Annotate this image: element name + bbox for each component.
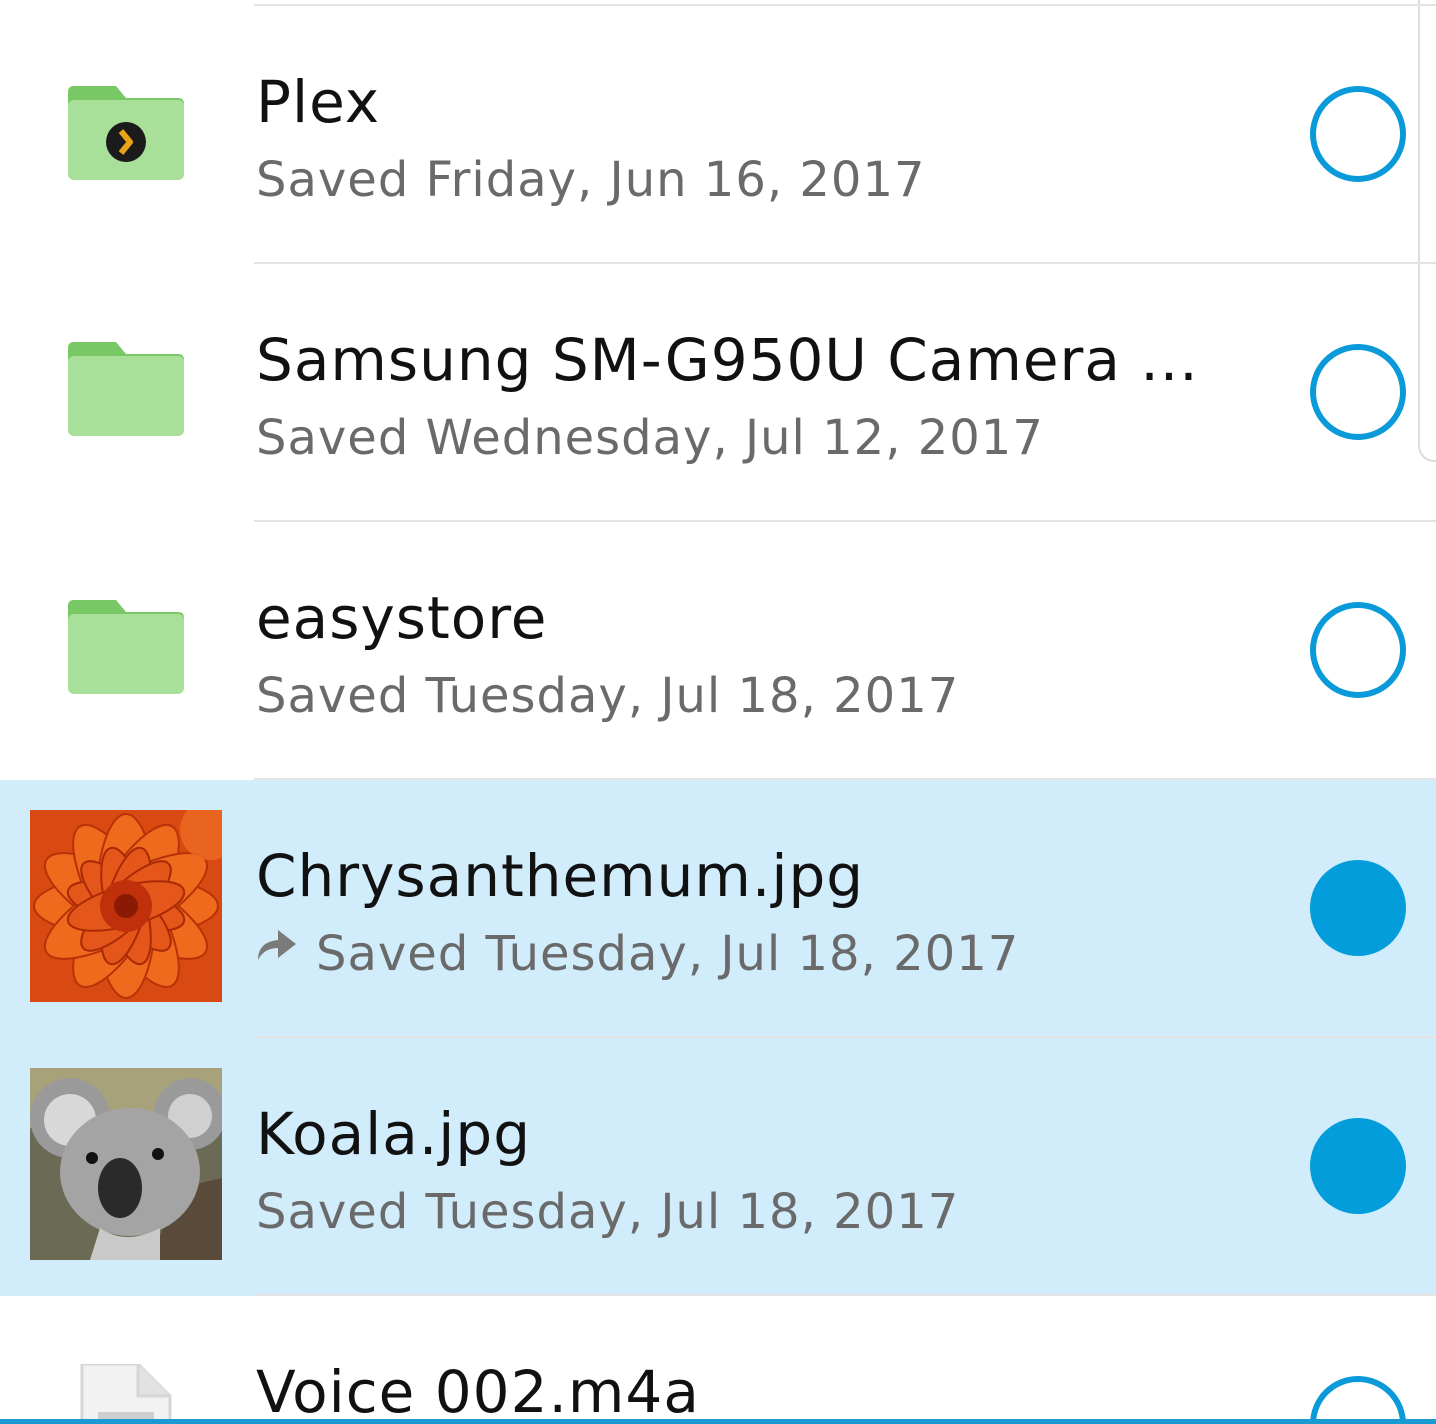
item-saved-date: Saved Wednesday, Jul 12, 2017	[256, 410, 1044, 466]
folder-icon	[68, 342, 184, 436]
select-radio[interactable]	[1310, 602, 1406, 698]
item-name: Koala.jpg	[256, 1100, 532, 1168]
list-item[interactable]: easystore Saved Tuesday, Jul 18, 2017	[0, 522, 1436, 780]
select-radio[interactable]	[1310, 344, 1406, 440]
select-radio-checked[interactable]	[1310, 860, 1406, 956]
list-item[interactable]: Voice 002.m4a	[0, 1296, 1436, 1424]
item-saved-date: Saved Friday, Jun 16, 2017	[256, 152, 926, 208]
item-name: easystore	[256, 584, 548, 652]
item-name: Plex	[256, 68, 381, 136]
select-radio-checked[interactable]	[1310, 1118, 1406, 1214]
item-name: Voice 002.m4a	[256, 1358, 700, 1424]
item-saved-date: Saved Tuesday, Jul 18, 2017	[256, 668, 960, 724]
shared-arrow-icon	[258, 930, 296, 960]
list-item-selected[interactable]: Koala.jpg Saved Tuesday, Jul 18, 2017	[0, 1038, 1436, 1296]
plex-folder-icon	[68, 86, 184, 180]
chrysanthemum-thumbnail	[30, 810, 222, 1002]
item-name: Samsung SM-G950U Camera ...	[256, 326, 1199, 394]
select-radio[interactable]	[1310, 86, 1406, 182]
item-saved-date: Saved Tuesday, Jul 18, 2017	[256, 1184, 960, 1240]
list-item-selected[interactable]: Chrysanthemum.jpg Saved Tuesday, Jul 18,…	[0, 780, 1436, 1038]
file-icon	[80, 1364, 172, 1424]
item-saved-date: Saved Tuesday, Jul 18, 2017	[316, 926, 1020, 982]
list-item[interactable]: Samsung SM-G950U Camera ... Saved Wednes…	[0, 264, 1436, 522]
item-name: Chrysanthemum.jpg	[256, 842, 865, 910]
koala-thumbnail	[30, 1068, 222, 1260]
folder-icon	[68, 600, 184, 694]
select-radio[interactable]	[1310, 1376, 1406, 1424]
bottom-accent-bar	[0, 1419, 1436, 1424]
list-item[interactable]: Plex Saved Friday, Jun 16, 2017	[0, 6, 1436, 264]
